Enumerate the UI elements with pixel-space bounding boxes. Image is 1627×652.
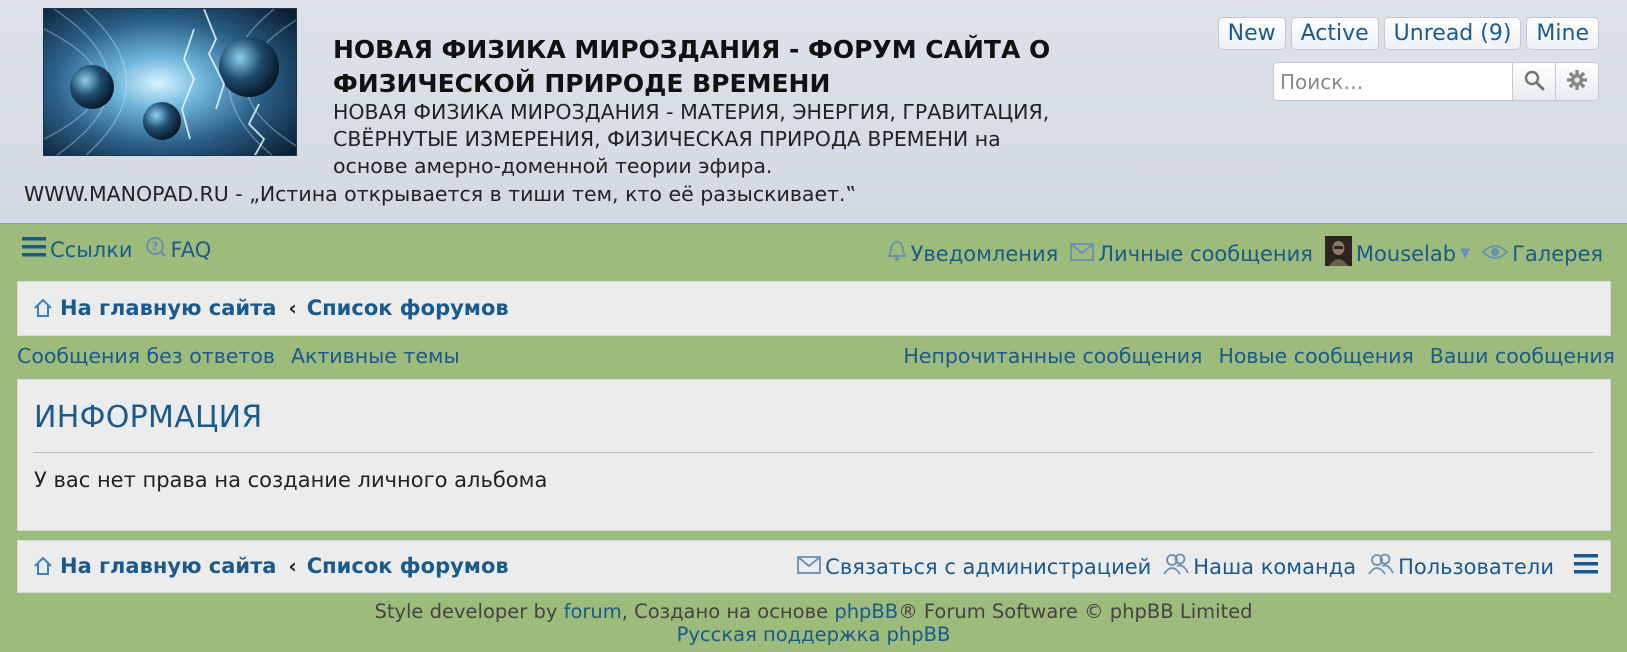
contact-admin-label: Связаться с администрацией — [825, 554, 1152, 579]
team-label: Наша команда — [1193, 554, 1357, 579]
breadcrumb-separator: ‹ — [288, 554, 297, 578]
breadcrumb-home-link[interactable]: На главную сайта — [60, 296, 276, 320]
private-messages-label: Личные сообщения — [1098, 241, 1313, 266]
hamburger-icon — [1574, 553, 1598, 580]
faq-icon: ? — [145, 236, 167, 263]
hamburger-icon — [22, 236, 46, 263]
notifications-link[interactable]: Уведомления — [887, 240, 1059, 267]
phpbb-link[interactable]: phpBB — [834, 600, 898, 623]
info-title: ИНФОРМАЦИЯ — [34, 400, 263, 435]
nav-left: Ссылки ? FAQ — [22, 236, 211, 263]
new-posts-button[interactable]: New — [1217, 17, 1286, 50]
home-icon — [32, 555, 54, 577]
footer-forums-link[interactable]: Список форумов — [307, 554, 509, 578]
style-developer-link[interactable]: forum — [564, 600, 622, 623]
created-suffix: ® Forum Software © phpBB Limited — [898, 600, 1253, 623]
breadcrumb-separator: ‹ — [288, 296, 297, 320]
envelope-icon — [1070, 242, 1095, 266]
footer-breadcrumb: На главную сайта ‹ Список форумов — [32, 554, 509, 578]
divider — [34, 452, 1594, 453]
my-posts-button[interactable]: Mine — [1526, 17, 1599, 50]
created-prefix: , Создано на основе — [621, 600, 829, 623]
unread-posts-button[interactable]: Unread (9) — [1383, 17, 1522, 50]
style-credit-prefix: Style developer by — [374, 600, 558, 623]
quick-links-menu[interactable]: Ссылки — [22, 236, 133, 263]
caret-down-icon: ▼ — [1460, 246, 1471, 261]
eye-icon — [1481, 242, 1509, 266]
active-topics-link[interactable]: Активные темы — [291, 344, 460, 368]
active-topics-button[interactable]: Active — [1290, 17, 1379, 50]
envelope-icon — [797, 555, 822, 579]
footer-menu-button[interactable] — [1574, 553, 1598, 580]
unread-posts-link[interactable]: Непрочитанные сообщения — [903, 344, 1202, 368]
members-icon — [1368, 553, 1394, 580]
new-posts-link[interactable]: Новые сообщения — [1218, 344, 1413, 368]
team-link[interactable]: Наша команда — [1163, 553, 1356, 580]
faq-link[interactable]: ? FAQ — [145, 236, 212, 263]
info-message: У вас нет права на создание личного альб… — [34, 468, 548, 492]
footer-links: Связаться с администрацией Наша команда … — [797, 553, 1598, 580]
private-messages-link[interactable]: Личные сообщения — [1070, 242, 1313, 266]
svg-text:?: ? — [151, 240, 158, 254]
copyright-line: Style developer by forum, Создано на осн… — [0, 600, 1627, 623]
site-header: НОВАЯ ФИЗИКА МИРОЗДАНИЯ - ФОРУМ САЙТА О … — [0, 0, 1627, 224]
site-title: НОВАЯ ФИЗИКА МИРОЗДАНИЯ - ФОРУМ САЙТА О … — [333, 35, 1051, 98]
unanswered-posts-link[interactable]: Сообщения без ответов — [17, 344, 275, 368]
sub-nav-left: Сообщения без ответов Активные темы — [17, 344, 460, 368]
footer-home-link[interactable]: На главную сайта — [60, 554, 276, 578]
site-logo[interactable] — [43, 8, 297, 156]
search-box — [1273, 62, 1599, 101]
breadcrumb-forums-link[interactable]: Список форумов — [307, 296, 509, 320]
gallery-label: Галерея — [1512, 241, 1603, 266]
members-label: Пользователи — [1398, 554, 1554, 579]
gear-icon — [1566, 69, 1588, 95]
search-input[interactable] — [1274, 63, 1512, 100]
nav-right: Уведомления Личные сообщения Mouselab ▼ … — [887, 236, 1603, 271]
avatar — [1324, 236, 1352, 271]
information-panel: ИНФОРМАЦИЯ У вас нет права на создание л… — [17, 379, 1611, 531]
breadcrumb-bar: На главную сайта ‹ Список форумов — [17, 281, 1611, 336]
your-posts-link[interactable]: Ваши сообщения — [1430, 344, 1615, 368]
gallery-link[interactable]: Галерея — [1481, 241, 1603, 266]
site-description: НОВАЯ ФИЗИКА МИРОЗДАНИЯ - МАТЕРИЯ, ЭНЕРГ… — [333, 100, 1050, 178]
search-icon — [1523, 69, 1545, 95]
advanced-search-button[interactable] — [1555, 63, 1598, 100]
bell-icon — [887, 240, 907, 267]
username: Mouselab — [1355, 241, 1457, 266]
copyright: Style developer by forum, Создано на осн… — [0, 600, 1627, 646]
search-button[interactable] — [1512, 63, 1555, 100]
quick-links: New Active Unread (9) Mine — [1217, 17, 1599, 50]
footer-bar: На главную сайта ‹ Список форумов Связат… — [17, 540, 1611, 593]
sub-nav-right: Непрочитанные сообщения Новые сообщения … — [903, 344, 1615, 368]
contact-admin-link[interactable]: Связаться с администрацией — [797, 555, 1151, 579]
home-icon — [32, 297, 54, 319]
members-link[interactable]: Пользователи — [1368, 553, 1554, 580]
site-motto: WWW.MANOPAD.RU - „Истина открывается в т… — [24, 182, 857, 206]
user-menu[interactable]: Mouselab ▼ — [1324, 236, 1471, 271]
team-icon — [1163, 553, 1190, 580]
faq-label: FAQ — [170, 237, 212, 262]
quick-links-label: Ссылки — [50, 237, 133, 262]
russian-support-link[interactable]: Русская поддержка phpBB — [677, 623, 951, 646]
breadcrumb: На главную сайта ‹ Список форумов — [32, 296, 509, 320]
notifications-label: Уведомления — [910, 241, 1059, 266]
